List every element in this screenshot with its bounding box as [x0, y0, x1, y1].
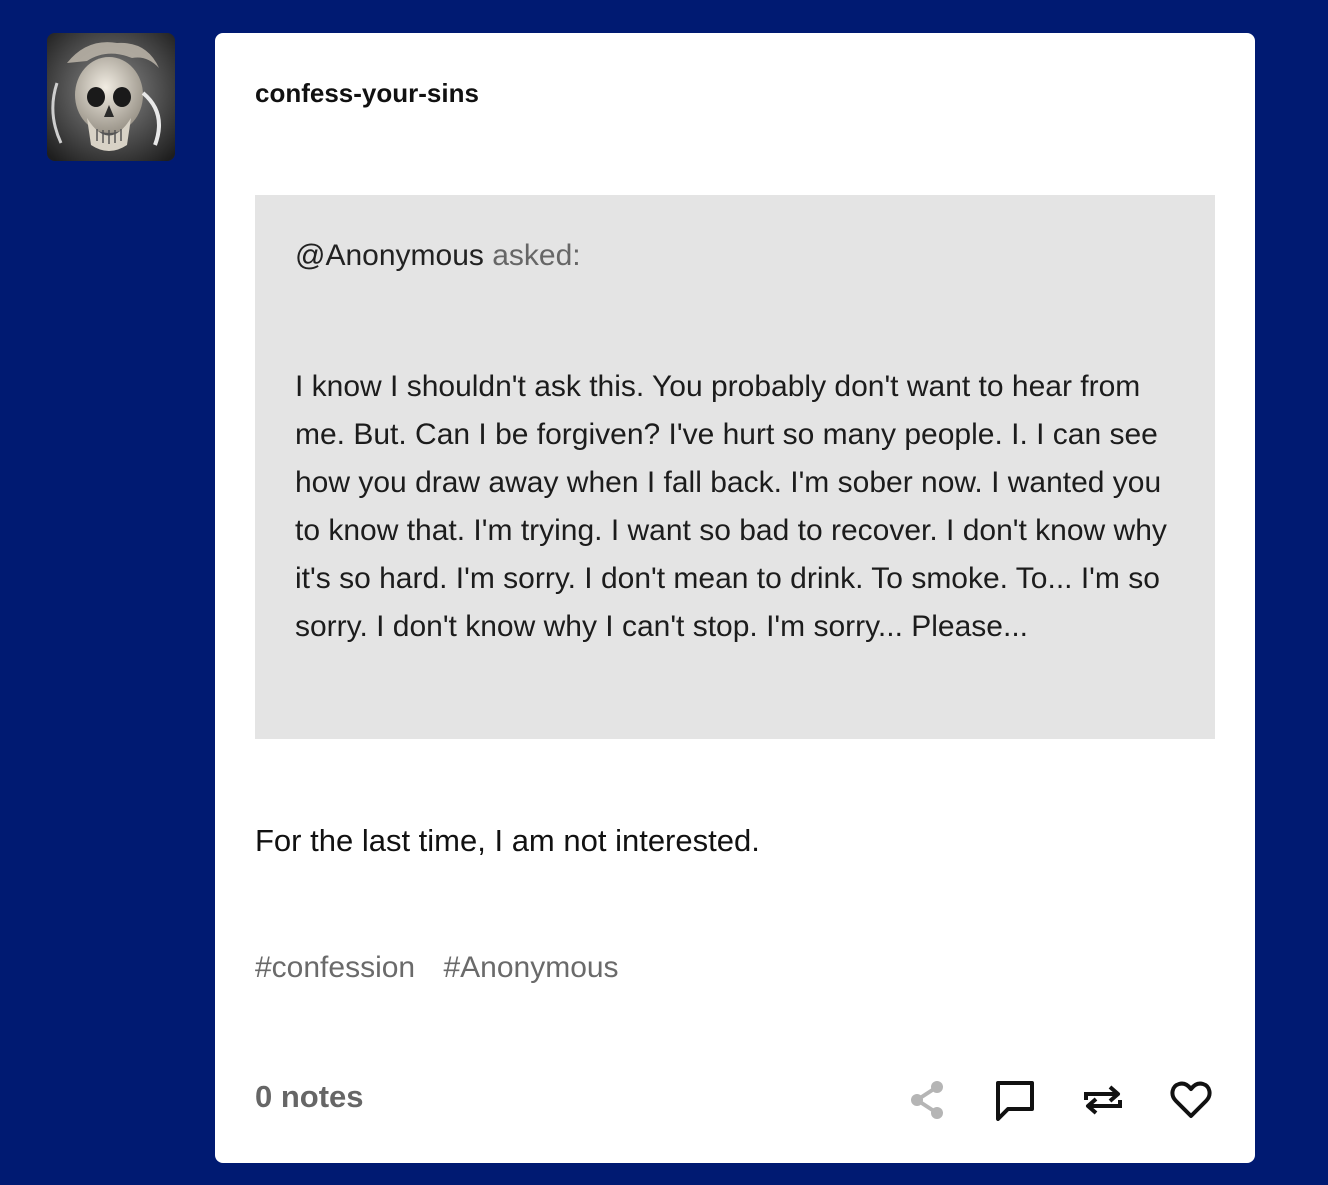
asked-label: asked:: [492, 239, 581, 272]
post-card: confess-your-sins @Anonymous asked: I kn…: [215, 33, 1255, 1163]
reply-button[interactable]: [991, 1076, 1039, 1124]
ask-box: @Anonymous asked: I know I shouldn't ask…: [255, 195, 1215, 739]
tag[interactable]: #confession: [255, 951, 415, 984]
like-button[interactable]: [1167, 1076, 1215, 1124]
post-actions: [863, 1076, 1215, 1124]
reblog-button[interactable]: [1079, 1076, 1127, 1124]
share-button[interactable]: [903, 1076, 951, 1124]
notes-count[interactable]: 0 notes: [255, 1079, 364, 1115]
share-icon: [911, 1081, 943, 1119]
reply-icon: [996, 1081, 1034, 1121]
heart-icon: [1170, 1081, 1212, 1118]
answer-text: For the last time, I am not interested.: [255, 823, 760, 858]
question-text: I know I shouldn't ask this. You probabl…: [295, 370, 1167, 643]
blog-name[interactable]: confess-your-sins: [255, 78, 479, 109]
blog-avatar[interactable]: [47, 33, 175, 161]
tag-list: #confession #Anonymous: [255, 951, 639, 985]
asker-line: @Anonymous asked:: [295, 239, 581, 273]
reblog-icon: [1084, 1085, 1122, 1115]
asker-name[interactable]: @Anonymous: [295, 239, 484, 272]
tag[interactable]: #Anonymous: [443, 951, 618, 984]
skull-icon: [47, 33, 175, 161]
